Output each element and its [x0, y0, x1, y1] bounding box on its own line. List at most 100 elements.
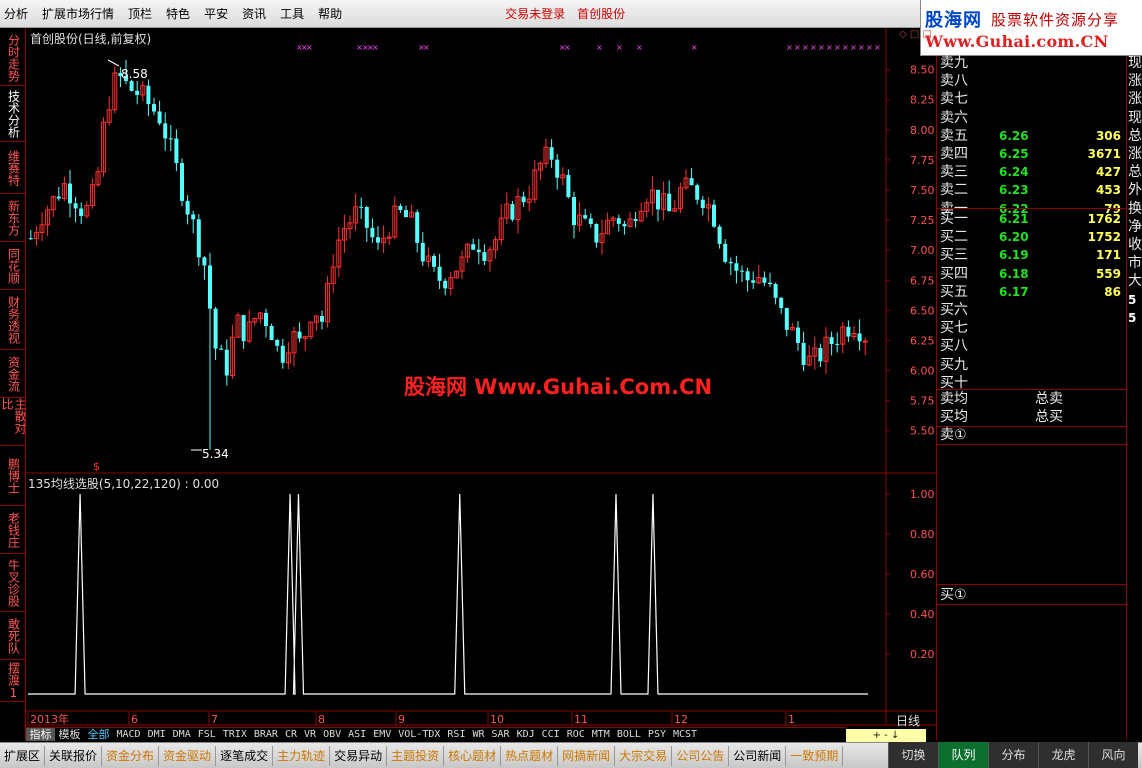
- bid-level-row[interactable]: 买二 6.20 1752: [937, 228, 1127, 246]
- left-tab[interactable]: 同花顺: [0, 242, 26, 290]
- left-tab[interactable]: 资金流: [0, 350, 26, 398]
- indicator-tab[interactable]: VOL-TDX: [395, 728, 444, 741]
- status-bar-tab[interactable]: 大宗交易: [615, 745, 673, 766]
- ask-level-row[interactable]: 卖七: [937, 90, 1127, 108]
- ask-level-row[interactable]: 卖九: [937, 54, 1127, 72]
- menu-item[interactable]: 平安: [197, 0, 235, 28]
- indicator-tab[interactable]: MCST: [669, 728, 700, 741]
- status-bar-tab[interactable]: 交易异动: [330, 745, 388, 766]
- indicator-tab[interactable]: RSI: [444, 728, 469, 741]
- bid-level-row[interactable]: 买八: [937, 337, 1127, 355]
- left-tab[interactable]: 新东方: [0, 194, 26, 242]
- bid-level-row[interactable]: 买五 6.17 86: [937, 283, 1127, 301]
- indicator-tab[interactable]: ROC: [563, 728, 588, 741]
- indicator-tab[interactable]: 全部: [84, 728, 113, 741]
- chart-corner-icons[interactable]: ◇ □ □: [899, 29, 932, 40]
- ask-level-row[interactable]: 卖五 6.26 306: [937, 127, 1127, 145]
- indicator-tab[interactable]: MTM: [588, 728, 613, 741]
- x-tick-label: 11: [574, 713, 588, 726]
- indicator-tab[interactable]: ASI: [345, 728, 370, 741]
- menu-item[interactable]: 资讯: [235, 0, 273, 28]
- view-toggle-button[interactable]: 分布: [988, 742, 1038, 768]
- status-bar-tab[interactable]: 公司新闻: [729, 745, 787, 766]
- ask-level-row[interactable]: 卖八: [937, 72, 1127, 90]
- indicator-tab[interactable]: 指标: [26, 728, 55, 741]
- menu-item[interactable]: 扩展市场行情: [35, 0, 121, 28]
- period-label[interactable]: 日线: [896, 712, 920, 729]
- menu-item[interactable]: 工具: [273, 0, 311, 28]
- indicator-tab[interactable]: FSL: [194, 728, 219, 741]
- left-tab[interactable]: 分时走势: [0, 30, 26, 86]
- indicator-tab[interactable]: VR: [301, 728, 320, 741]
- dollar-marker-icon[interactable]: $: [93, 460, 100, 473]
- bid-level-row[interactable]: 买一 6.21 1762: [937, 210, 1127, 228]
- sell-queue-label[interactable]: 卖①: [937, 426, 1127, 444]
- status-bar-tab[interactable]: 主力轨迹: [273, 745, 331, 766]
- status-bar-tab[interactable]: 核心题材: [444, 745, 502, 766]
- bid-level-row[interactable]: 买九: [937, 356, 1127, 374]
- status-bar-tab[interactable]: 资金驱动: [159, 745, 217, 766]
- trade-status[interactable]: 交易未登录: [499, 5, 571, 22]
- view-toggle-button[interactable]: 切换: [888, 742, 938, 768]
- indicator-tab[interactable]: OBV: [320, 728, 345, 741]
- indicator-tab[interactable]: CR: [281, 728, 300, 741]
- ask-level-row[interactable]: 卖四 6.25 3671: [937, 145, 1127, 163]
- menu-item[interactable]: 特色: [159, 0, 197, 28]
- left-tab[interactable]: 牛叉诊股: [0, 554, 26, 612]
- left-tab[interactable]: 财务透视: [0, 290, 26, 350]
- status-bar-tab[interactable]: 一致预期: [786, 745, 844, 766]
- y-tick-label: 5.75: [910, 395, 935, 408]
- indicator-tab[interactable]: BRAR: [250, 728, 281, 741]
- status-bar-tab[interactable]: 公司公告: [672, 745, 730, 766]
- candle-body: [521, 196, 526, 203]
- status-bar-tab[interactable]: 网摘新闻: [558, 745, 616, 766]
- buy-queue-label[interactable]: 买①: [937, 586, 1127, 604]
- indicator-tab[interactable]: PSY: [644, 728, 669, 741]
- indicator-tab[interactable]: BOLL: [613, 728, 644, 741]
- indicator-tab[interactable]: MACD: [113, 728, 144, 741]
- indicator-tab[interactable]: SAR: [488, 728, 513, 741]
- bid-level-row[interactable]: 买三 6.19 171: [937, 246, 1127, 264]
- chart-area[interactable]: 8.50 8.25 8.00 7.75 7.50 7.25 7.00 6.75 6.50 6.25…: [26, 28, 936, 740]
- menu-item[interactable]: 顶栏: [121, 0, 159, 28]
- indicator-tab[interactable]: DMA: [169, 728, 194, 741]
- left-tab[interactable]: 技术分析: [0, 86, 26, 142]
- candle-body: [712, 204, 716, 227]
- indicator-tab[interactable]: CCI: [538, 728, 563, 741]
- status-bar-tab[interactable]: 扩展区: [0, 745, 46, 766]
- bid-level-row[interactable]: 买六: [937, 301, 1127, 319]
- menu-item[interactable]: 分析: [0, 0, 35, 28]
- indicator-tab[interactable]: TRIX: [219, 728, 250, 741]
- menu-item[interactable]: 帮助: [311, 0, 349, 28]
- indicator-tab[interactable]: WR: [469, 728, 488, 741]
- view-toggle-button[interactable]: 队列: [938, 742, 988, 768]
- status-bar-tab[interactable]: 逐笔成交: [216, 745, 274, 766]
- left-tab[interactable]: 维赛特: [0, 142, 26, 194]
- bid-level-row[interactable]: 买四 6.18 559: [937, 265, 1127, 283]
- status-bar-tab[interactable]: 资金分布: [102, 745, 160, 766]
- y-tick-label: 5.50: [910, 425, 935, 438]
- left-tab[interactable]: 敢死队: [0, 612, 26, 660]
- status-bar-tab[interactable]: 热点题材: [501, 745, 559, 766]
- left-tab[interactable]: 鹏博士: [0, 446, 26, 506]
- status-bar-tab[interactable]: 关联报价: [45, 745, 103, 766]
- bid-level-row[interactable]: 买七: [937, 319, 1127, 337]
- indicator-tab[interactable]: DMI: [144, 728, 169, 741]
- view-toggle-button[interactable]: 风向: [1088, 742, 1138, 768]
- book-divider: [937, 208, 1127, 209]
- left-tab[interactable]: 老钱庄: [0, 506, 26, 554]
- indicator-tab[interactable]: KDJ: [513, 728, 538, 741]
- event-marker-icon: ×: [616, 43, 623, 52]
- indicator-title: 135均线选股(5,10,22,120) : 0.00: [28, 477, 220, 491]
- quote-field-label: 市: [1128, 255, 1142, 272]
- indicator-tab[interactable]: 模板: [55, 728, 84, 741]
- indicator-tab[interactable]: EMV: [370, 728, 395, 741]
- y-tick-label: 6.25: [910, 334, 935, 347]
- left-tab[interactable]: 主散对比: [0, 398, 27, 446]
- left-tab[interactable]: 摆渡1: [0, 660, 26, 702]
- ask-level-row[interactable]: 卖六: [937, 109, 1127, 127]
- ask-level-row[interactable]: 卖三 6.24 427: [937, 163, 1127, 181]
- ask-level-row[interactable]: 卖二 6.23 453: [937, 181, 1127, 199]
- view-toggle-button[interactable]: 龙虎: [1038, 742, 1088, 768]
- status-bar-tab[interactable]: 主题投资: [387, 745, 445, 766]
